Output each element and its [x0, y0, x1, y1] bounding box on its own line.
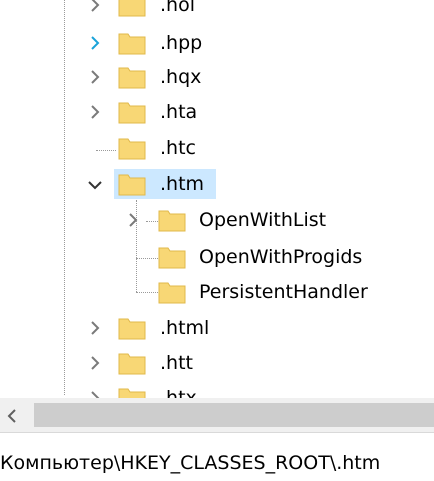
- status-bar: Компьютер\HKEY_CLASSES_ROOT\.htm: [0, 432, 434, 481]
- tree-item-openwithlist[interactable]: OpenWithList: [0, 203, 434, 237]
- folder-icon: [118, 100, 146, 124]
- tree-item-htm[interactable]: .htm: [0, 167, 434, 201]
- tree-item-label: OpenWithList: [199, 209, 327, 231]
- folder-icon: [158, 208, 186, 232]
- folder-icon: [118, 65, 146, 89]
- tree-item-label: .hta: [160, 101, 198, 123]
- folder-icon: [118, 386, 146, 398]
- folder-icon: [118, 316, 146, 340]
- tree-item-openwithprogids[interactable]: OpenWithProgids: [0, 240, 434, 274]
- registry-tree: .hol .hpp .hqx .hta .htc .htm OpenWithLi…: [0, 0, 434, 398]
- chevron-right-icon[interactable]: [88, 105, 102, 119]
- folder-icon: [118, 172, 146, 196]
- tree-item-htt[interactable]: .htt: [0, 346, 434, 380]
- tree-item-label: .htx: [160, 387, 197, 398]
- tree-item-hta[interactable]: .hta: [0, 95, 434, 129]
- tree-item-label: .htt: [160, 352, 193, 374]
- chevron-right-icon[interactable]: [88, 391, 102, 398]
- horizontal-scrollbar[interactable]: [0, 398, 434, 432]
- tree-item-label: .hol: [160, 0, 195, 16]
- chevron-right-icon[interactable]: [88, 321, 102, 335]
- tree-item-label: .html: [160, 317, 210, 339]
- folder-icon: [118, 136, 146, 160]
- folder-icon: [118, 351, 146, 375]
- tree-item-htx[interactable]: .htx: [0, 381, 434, 398]
- scrollbar-thumb[interactable]: [34, 403, 434, 427]
- tree-item-label: PersistentHandler: [199, 281, 368, 303]
- tree-item-label: .hqx: [160, 66, 202, 88]
- tree-item-hpp[interactable]: .hpp: [0, 26, 434, 60]
- folder-icon: [158, 280, 186, 304]
- chevron-down-icon[interactable]: [88, 178, 102, 192]
- tree-item-html[interactable]: .html: [0, 311, 434, 345]
- registry-path: Компьютер\HKEY_CLASSES_ROOT\.htm: [0, 452, 381, 474]
- tree-item-hol[interactable]: .hol: [0, 0, 434, 22]
- folder-icon: [118, 31, 146, 55]
- tree-item-label: .hpp: [160, 32, 203, 54]
- tree-item-htc[interactable]: .htc: [0, 131, 434, 165]
- chevron-right-icon[interactable]: [88, 36, 102, 50]
- chevron-right-icon[interactable]: [88, 356, 102, 370]
- chevron-right-icon[interactable]: [88, 0, 102, 12]
- chevron-right-icon[interactable]: [126, 213, 140, 227]
- tree-item-persistenthandler[interactable]: PersistentHandler: [0, 275, 434, 309]
- tree-item-hqx[interactable]: .hqx: [0, 60, 434, 94]
- tree-item-label: OpenWithProgids: [199, 246, 363, 268]
- tree-item-label: .htc: [160, 137, 196, 159]
- scroll-left-arrow-icon[interactable]: [6, 408, 18, 427]
- chevron-right-icon[interactable]: [88, 70, 102, 84]
- folder-icon: [118, 0, 146, 17]
- folder-icon: [158, 245, 186, 269]
- tree-item-label: .htm: [160, 173, 205, 195]
